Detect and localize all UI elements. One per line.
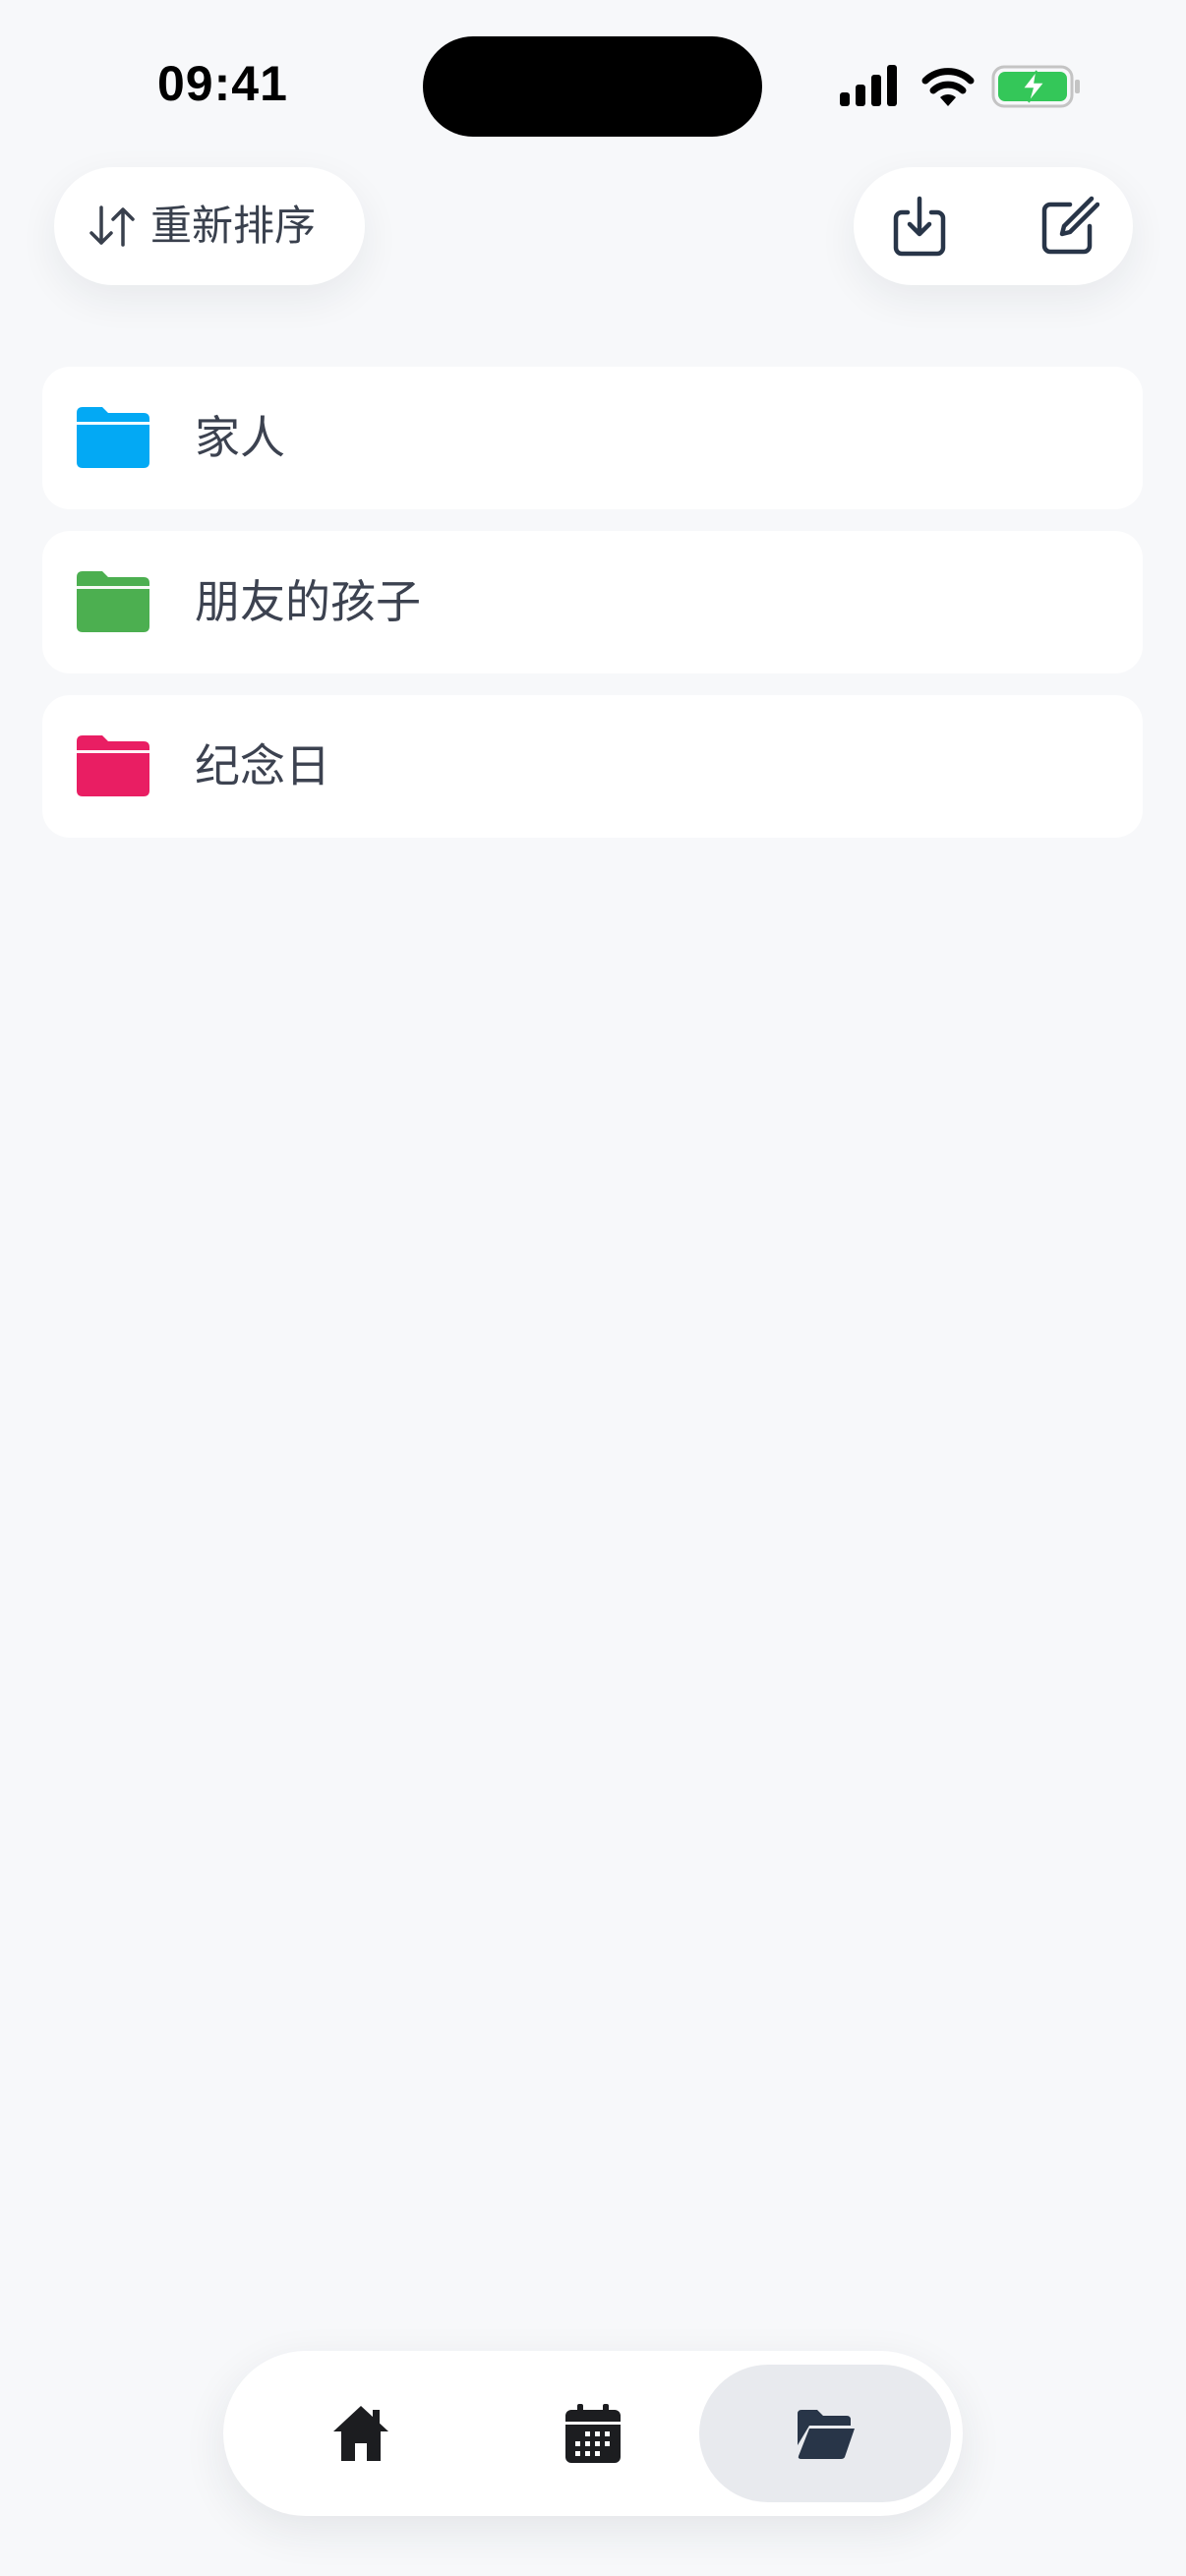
folder-item[interactable]: 家人 [42,367,1143,509]
reorder-label: 重新排序 [150,202,317,250]
compose-button[interactable] [1037,195,1100,258]
folder-name: 家人 [195,411,285,464]
status-icons [838,63,1082,110]
folder-list: 家人 朋友的孩子 纪念日 [42,367,1143,859]
status-bar: 09:41 [0,0,1186,167]
folder-name: 纪念日 [195,739,330,792]
battery-charging-icon [991,65,1082,108]
calendar-icon [565,2404,621,2463]
tab-bar [223,2351,963,2516]
folder-name: 朋友的孩子 [195,575,421,628]
dynamic-island [423,36,762,137]
cellular-signal-icon [838,63,901,110]
folder-open-icon [798,2410,855,2459]
import-icon [893,196,946,257]
sort-arrows-icon [88,204,139,249]
tab-folders[interactable] [699,2365,951,2502]
compose-icon [1041,196,1100,255]
reorder-button[interactable]: 重新排序 [54,167,365,285]
folder-item[interactable]: 纪念日 [42,695,1143,838]
wifi-icon [920,63,976,110]
tab-calendar[interactable] [467,2365,719,2502]
top-actions [854,167,1133,285]
folder-icon [77,735,149,796]
tab-home[interactable] [235,2365,487,2502]
import-button[interactable] [888,195,951,258]
folder-item[interactable]: 朋友的孩子 [42,531,1143,673]
home-icon [333,2406,388,2461]
folder-icon [77,407,149,468]
folder-icon [77,571,149,632]
status-time: 09:41 [157,56,288,111]
